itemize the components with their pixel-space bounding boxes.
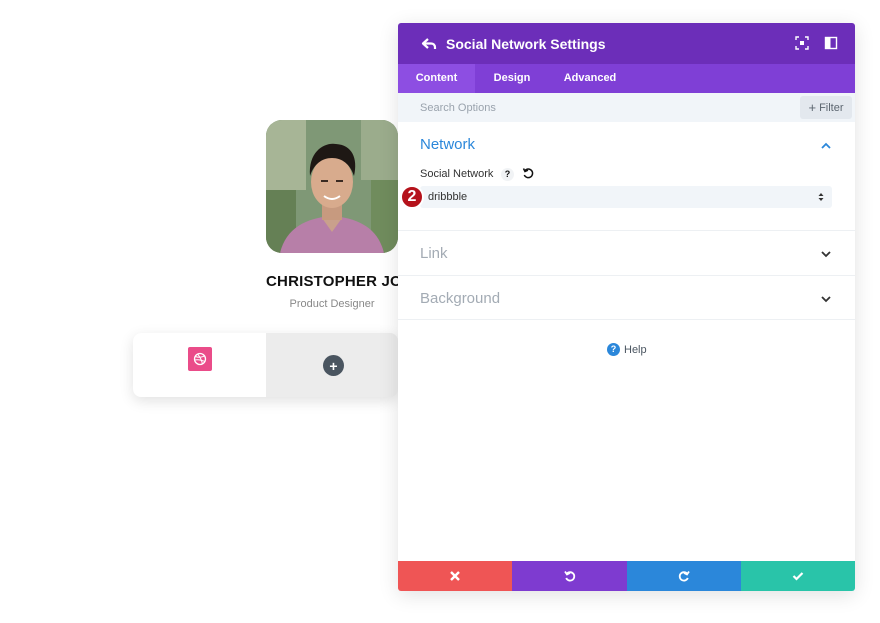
- portrait-image: [266, 120, 398, 253]
- help-circle-icon: ?: [607, 343, 620, 356]
- social-follow-module: +: [133, 333, 398, 397]
- help-link[interactable]: ? Help: [607, 343, 647, 356]
- divider: [398, 275, 855, 276]
- add-network-button[interactable]: +: [323, 355, 344, 376]
- panel-title: Social Network Settings: [446, 36, 606, 52]
- tab-content[interactable]: Content: [398, 64, 475, 93]
- redo-icon: [678, 571, 690, 582]
- tab-design[interactable]: Design: [478, 64, 546, 93]
- profile-role: Product Designer: [289, 298, 375, 310]
- check-icon: [792, 572, 804, 581]
- select-value: dribbble: [428, 191, 468, 203]
- help-question-icon[interactable]: ?: [501, 168, 514, 181]
- select-arrows-icon: [818, 193, 824, 201]
- redo-button[interactable]: [627, 561, 741, 591]
- fullscreen-icon[interactable]: [795, 36, 809, 50]
- social-network-label: Social Network: [420, 168, 494, 180]
- close-icon: [450, 571, 460, 581]
- reset-icon[interactable]: [522, 167, 535, 180]
- chevron-down-icon[interactable]: [819, 292, 833, 306]
- panel-footer: [398, 561, 855, 591]
- section-background-title[interactable]: Background: [420, 290, 500, 307]
- social-network-item[interactable]: [133, 333, 266, 397]
- sidebar-toggle-icon[interactable]: [824, 36, 838, 50]
- help-label: Help: [624, 343, 647, 356]
- plus-icon: +: [808, 100, 817, 115]
- step-number-badge: 2: [400, 185, 424, 209]
- save-button[interactable]: [741, 561, 855, 591]
- tab-advanced[interactable]: Advanced: [550, 64, 630, 93]
- panel-tabs: Content Design Advanced: [398, 64, 855, 93]
- filter-label: Filter: [819, 101, 844, 114]
- chevron-up-icon[interactable]: [819, 139, 833, 153]
- profile-photo: [266, 120, 398, 253]
- dribbble-icon[interactable]: [188, 347, 212, 371]
- back-arrow-icon[interactable]: [420, 35, 438, 53]
- settings-panel: Social Network Settings Content Design A…: [398, 23, 855, 591]
- cancel-button[interactable]: [398, 561, 512, 591]
- chevron-down-icon[interactable]: [819, 247, 833, 261]
- undo-icon: [563, 571, 575, 582]
- panel-header: Social Network Settings: [398, 23, 855, 64]
- filter-button[interactable]: + Filter: [800, 96, 852, 119]
- section-network-title[interactable]: Network: [420, 136, 475, 153]
- profile-name: CHRISTOPHER JOE: [266, 273, 406, 290]
- search-options-input[interactable]: [398, 93, 798, 122]
- divider: [398, 319, 855, 320]
- section-link-title[interactable]: Link: [420, 245, 448, 262]
- undo-button[interactable]: [512, 561, 627, 591]
- social-network-select[interactable]: dribbble: [420, 186, 832, 208]
- search-row: + Filter: [398, 93, 855, 122]
- divider: [398, 230, 855, 231]
